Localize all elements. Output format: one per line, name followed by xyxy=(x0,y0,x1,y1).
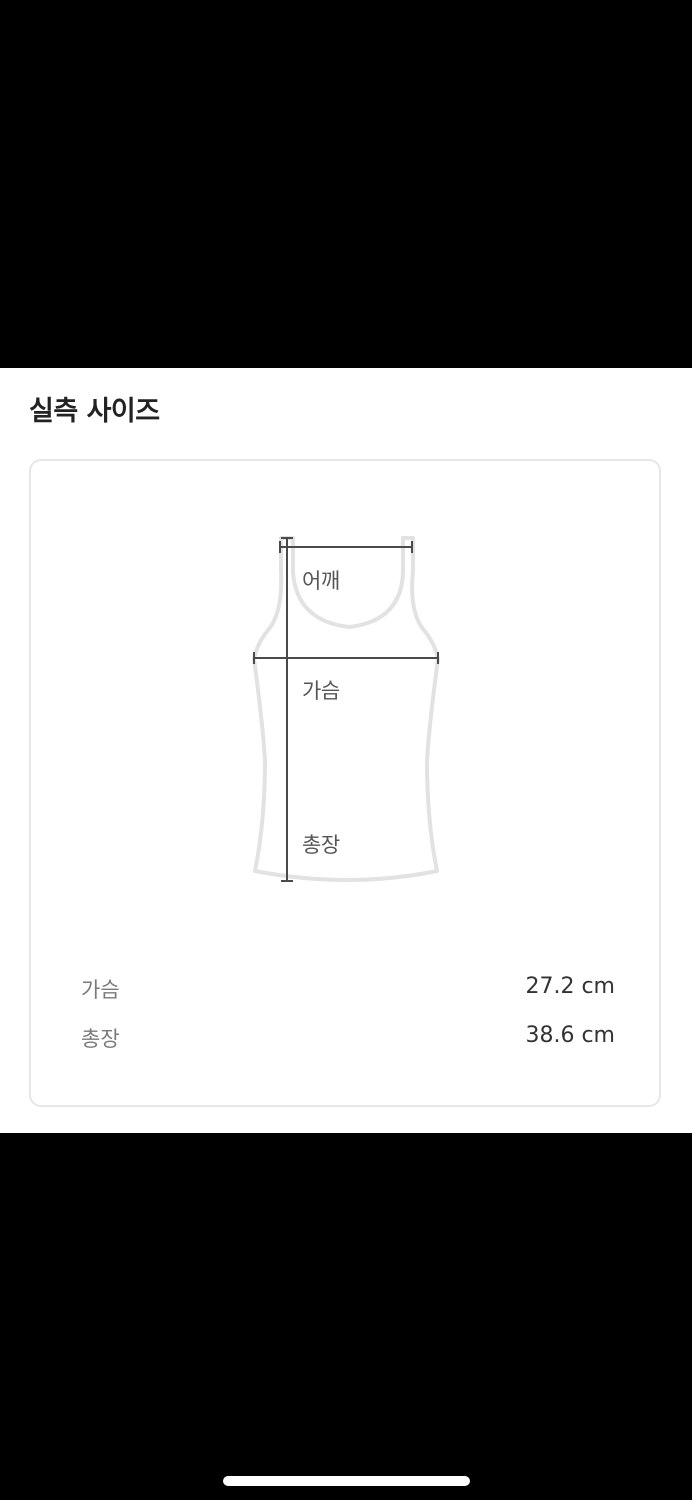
length-label: 총장 xyxy=(302,833,340,857)
tank-top-outline xyxy=(252,536,440,882)
size-card: 어깨 가슴 총장 가슴 27.2 cm 총장 38.6 cm xyxy=(29,459,661,1107)
section-title: 실측 사이즈 xyxy=(29,396,160,427)
measurement-value: 38.6 cm xyxy=(525,1023,615,1048)
chest-label: 가슴 xyxy=(302,679,340,703)
measurement-row-chest: 가슴 27.2 cm xyxy=(81,974,615,1008)
measurement-value: 27.2 cm xyxy=(525,974,615,999)
size-diagram: 어깨 가슴 총장 xyxy=(31,461,663,911)
top-backdrop xyxy=(0,0,692,368)
home-indicator[interactable] xyxy=(223,1476,470,1486)
measurement-label: 총장 xyxy=(81,1027,120,1051)
bottom-backdrop xyxy=(0,1133,692,1500)
measurement-row-length: 총장 38.6 cm xyxy=(81,1023,615,1057)
shoulder-label: 어깨 xyxy=(302,569,340,593)
measurement-label: 가슴 xyxy=(81,978,120,1002)
tank-top-icon xyxy=(252,536,440,882)
size-sheet: 실측 사이즈 어깨 가슴 총장 가슴 27.2 cm 총장 38.6 cm xyxy=(0,368,692,1133)
